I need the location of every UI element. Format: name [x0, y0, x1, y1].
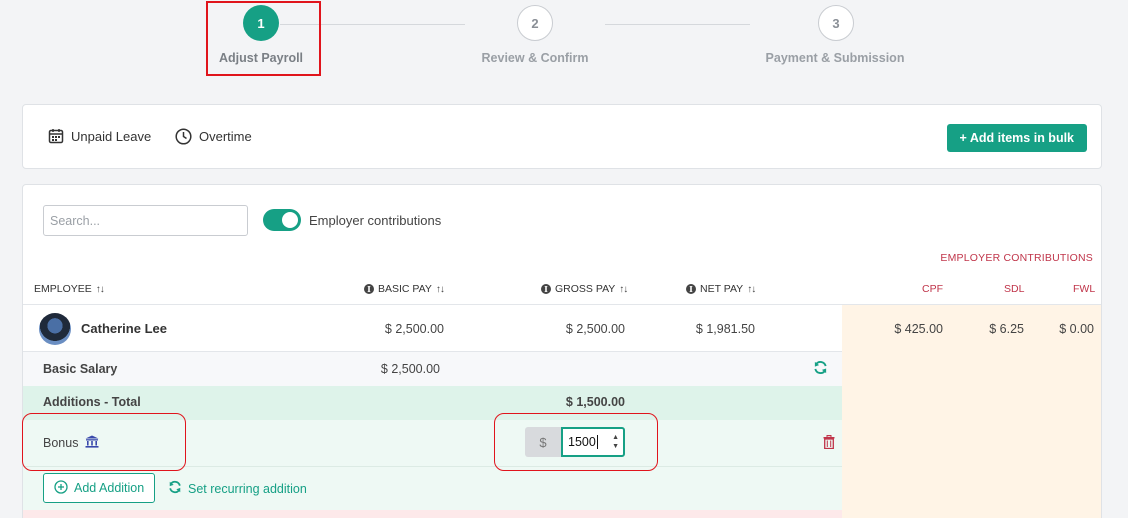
- additions-total-amount: $ 1,500.00: [565, 395, 625, 409]
- step-3-label[interactable]: Payment & Submission: [766, 51, 905, 65]
- basic-salary-amount: $ 2,500.00: [380, 362, 440, 376]
- employee-net-pay: $ 1,981.50: [695, 322, 755, 336]
- plus-circle-icon: [54, 479, 68, 497]
- refresh-icon[interactable]: [813, 360, 828, 380]
- set-recurring-label: Set recurring addition: [188, 481, 307, 496]
- info-icon[interactable]: i: [686, 284, 696, 294]
- unpaid-leave-label: Unpaid Leave: [71, 128, 152, 144]
- employee-fwl: $ 0.00: [1059, 322, 1094, 336]
- employee-gross-pay: $ 2,500.00: [565, 322, 625, 336]
- set-recurring-addition-link[interactable]: Set recurring addition: [168, 480, 307, 497]
- refresh-icon: [168, 480, 182, 497]
- sort-icon[interactable]: ↑↓: [436, 284, 445, 295]
- employee-name[interactable]: Catherine Lee: [81, 321, 167, 336]
- column-employee[interactable]: EMPLOYEE ↑↓: [34, 283, 105, 295]
- column-fwl: FWL: [1073, 283, 1096, 295]
- column-basic-pay[interactable]: i BASIC PAY ↑↓: [364, 283, 445, 295]
- adjustment-toolbar: Unpaid Leave Overtime + Add items in bul…: [22, 104, 1102, 169]
- stepper-connector: [605, 24, 750, 25]
- sort-icon[interactable]: ↑↓: [619, 284, 628, 295]
- employer-contributions-toggle-group: Employer contributions: [263, 209, 441, 231]
- avatar: [39, 313, 71, 345]
- additions-total-label: Additions - Total: [43, 395, 141, 409]
- trash-icon[interactable]: [823, 435, 835, 454]
- column-gross-pay-label: GROSS PAY: [555, 283, 616, 295]
- add-addition-label: Add Addition: [74, 481, 145, 495]
- step-2-circle[interactable]: 2: [517, 5, 553, 41]
- unpaid-leave-button[interactable]: Unpaid Leave: [48, 128, 151, 144]
- step-2-label[interactable]: Review & Confirm: [482, 51, 589, 65]
- column-employee-label: EMPLOYEE: [34, 283, 92, 295]
- bonus-label-annotation: [22, 413, 186, 471]
- payroll-stepper: 1 Adjust Payroll 2 Review & Confirm 3 Pa…: [0, 0, 1128, 80]
- add-addition-button[interactable]: Add Addition: [43, 473, 156, 503]
- search-input[interactable]: [43, 205, 248, 236]
- employer-contributions-toggle-label: Employer contributions: [309, 212, 442, 228]
- column-gross-pay[interactable]: i GROSS PAY ↑↓: [541, 283, 628, 295]
- calendar-icon: [48, 128, 64, 144]
- basic-salary-label: Basic Salary: [43, 362, 118, 376]
- employee-cpf: $ 425.00: [894, 322, 943, 336]
- employer-contributions-toggle[interactable]: [263, 209, 301, 231]
- employee-basic-pay: $ 2,500.00: [384, 322, 444, 336]
- sort-icon[interactable]: ↑↓: [747, 284, 756, 295]
- active-step-highlight: [206, 1, 321, 76]
- next-row-strip: [23, 510, 842, 518]
- column-cpf: CPF: [922, 283, 943, 295]
- clock-icon: [175, 128, 192, 145]
- header-divider: [23, 304, 1101, 305]
- column-net-pay[interactable]: i NET PAY ↑↓: [686, 283, 756, 295]
- step-3-circle[interactable]: 3: [818, 5, 854, 41]
- bonus-amount-annotation: [494, 413, 658, 471]
- column-sdl: SDL: [1004, 283, 1025, 295]
- add-items-in-bulk-button[interactable]: + Add items in bulk: [946, 124, 1087, 152]
- info-icon[interactable]: i: [364, 284, 374, 294]
- column-net-pay-label: NET PAY: [700, 283, 744, 295]
- sort-icon[interactable]: ↑↓: [96, 284, 105, 295]
- employer-contributions-heading: EMPLOYER CONTRIBUTIONS: [940, 252, 1093, 264]
- employee-sdl: $ 6.25: [989, 322, 1024, 336]
- info-icon[interactable]: i: [541, 284, 551, 294]
- overtime-label: Overtime: [199, 129, 252, 144]
- employer-contributions-column-bg: [842, 304, 1101, 518]
- overtime-button[interactable]: Overtime: [175, 128, 252, 145]
- column-basic-pay-label: BASIC PAY: [378, 283, 432, 295]
